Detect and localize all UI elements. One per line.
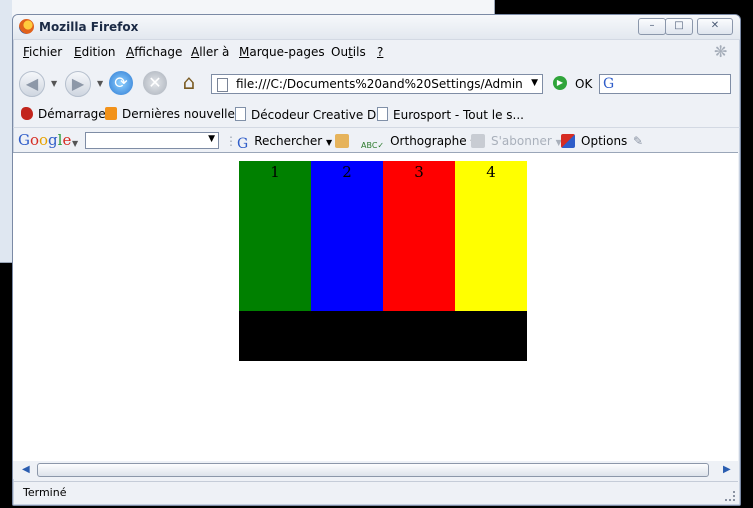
- search-input[interactable]: G: [599, 74, 731, 94]
- firefox-logo-icon: [19, 19, 34, 34]
- google-g-icon: G: [237, 136, 249, 152]
- rss-feed-icon: [105, 107, 117, 120]
- resize-grip-icon[interactable]: [725, 491, 735, 501]
- google-search-input[interactable]: ▼: [85, 132, 219, 149]
- page-icon: [235, 107, 246, 121]
- google-menu-dropdown-icon[interactable]: ▼: [72, 139, 78, 148]
- maximize-button[interactable]: □: [665, 18, 693, 35]
- options-button[interactable]: Options: [561, 134, 627, 148]
- bookmark-demarrage[interactable]: Démarrage: [21, 107, 106, 121]
- go-icon[interactable]: ▶: [553, 76, 567, 90]
- url-bar[interactable]: file:///C:/Documents%20and%20Settings/Ad…: [211, 74, 543, 94]
- popup-blocker-icon: [335, 134, 349, 148]
- menu-marque-pages[interactable]: Marque-pages: [239, 45, 325, 59]
- color-table: 1 2 3 4: [239, 161, 527, 361]
- google-search-history-dropdown-icon[interactable]: ▼: [208, 134, 215, 144]
- close-button[interactable]: ✕: [697, 18, 733, 35]
- menu-outils[interactable]: Outils: [331, 45, 366, 59]
- background-window-edge: [0, 0, 12, 262]
- toolbar-separator-icon: ⋮: [225, 134, 237, 148]
- sabonner-button[interactable]: S'abonner ▼: [471, 134, 562, 148]
- popup-blocker-button[interactable]: [335, 134, 355, 148]
- window-title: Mozilla Firefox: [39, 20, 139, 34]
- menu-fichier[interactable]: Fichier: [23, 45, 62, 59]
- page-icon: [377, 107, 388, 121]
- go-button[interactable]: OK: [575, 77, 592, 91]
- rechercher-button[interactable]: G Rechercher ▼: [237, 134, 332, 152]
- reload-button[interactable]: ⟳: [109, 71, 133, 95]
- home-button[interactable]: ⌂: [177, 71, 201, 95]
- page-icon: [217, 78, 228, 92]
- stop-button[interactable]: ✕: [143, 71, 167, 95]
- menu-affichage[interactable]: Affichage: [126, 45, 182, 59]
- scroll-left-icon[interactable]: ◀: [22, 464, 30, 475]
- color-cell-4: 4: [455, 161, 527, 311]
- highlighter-icon[interactable]: ✎: [633, 134, 643, 148]
- google-toolbar: Google ▼ ▼ ⋮ G Rechercher ▼ ABC✓ Orthograp…: [13, 127, 740, 152]
- horizontal-scrollbar[interactable]: ◀ ▶: [13, 461, 738, 479]
- color-cell-2: 2: [311, 161, 383, 311]
- color-cell-3: 3: [383, 161, 455, 311]
- google-logo[interactable]: Google: [18, 131, 71, 149]
- google-search-engine-icon[interactable]: G: [603, 76, 614, 92]
- color-cell-1: 1: [239, 161, 311, 311]
- menu-aller-a[interactable]: Aller à: [191, 45, 229, 59]
- forward-history-dropdown-icon[interactable]: ▼: [97, 79, 103, 88]
- bookmark-decodeur[interactable]: Décodeur Creative D...: [235, 107, 388, 122]
- url-history-dropdown-icon[interactable]: ▼: [531, 78, 538, 88]
- menu-aide[interactable]: ?: [377, 45, 383, 59]
- bookmark-dernieres-nouvelles[interactable]: Dernières nouvelles: [105, 107, 241, 121]
- back-history-dropdown-icon[interactable]: ▼: [51, 79, 57, 88]
- minimize-button[interactable]: –: [638, 18, 666, 35]
- menu-bar: Fichier Edition Affichage Aller à Marque…: [13, 41, 740, 63]
- scroll-right-icon[interactable]: ▶: [723, 464, 731, 475]
- back-button[interactable]: ◀: [19, 71, 45, 97]
- options-icon: [561, 134, 575, 148]
- firefox-window: Mozilla Firefox – □ ✕ Fichier Edition Af…: [12, 14, 741, 506]
- status-text: Terminé: [23, 486, 67, 499]
- url-input[interactable]: file:///C:/Documents%20and%20Settings/Ad…: [236, 77, 522, 91]
- bookmark-eurosport[interactable]: Eurosport - Tout le s...: [377, 107, 524, 122]
- navigation-toolbar: ◀ ▼ ▶ ▼ ⟳ ✕ ⌂ file:///C:/Documents%20and…: [13, 65, 740, 101]
- status-bar: Terminé: [13, 481, 738, 504]
- scrollbar-thumb[interactable]: [37, 463, 709, 477]
- subscribe-feed-icon: [471, 134, 485, 148]
- throbber-icon: ❋: [714, 42, 728, 61]
- forward-button[interactable]: ▶: [65, 71, 91, 97]
- page-content: 1 2 3 4: [13, 152, 738, 461]
- bookmarks-toolbar: Démarrage Dernières nouvelles Décodeur C…: [13, 105, 740, 125]
- title-bar[interactable]: Mozilla Firefox – □ ✕: [13, 15, 740, 40]
- menu-edition[interactable]: Edition: [74, 45, 116, 59]
- firefox-start-icon: [21, 107, 33, 120]
